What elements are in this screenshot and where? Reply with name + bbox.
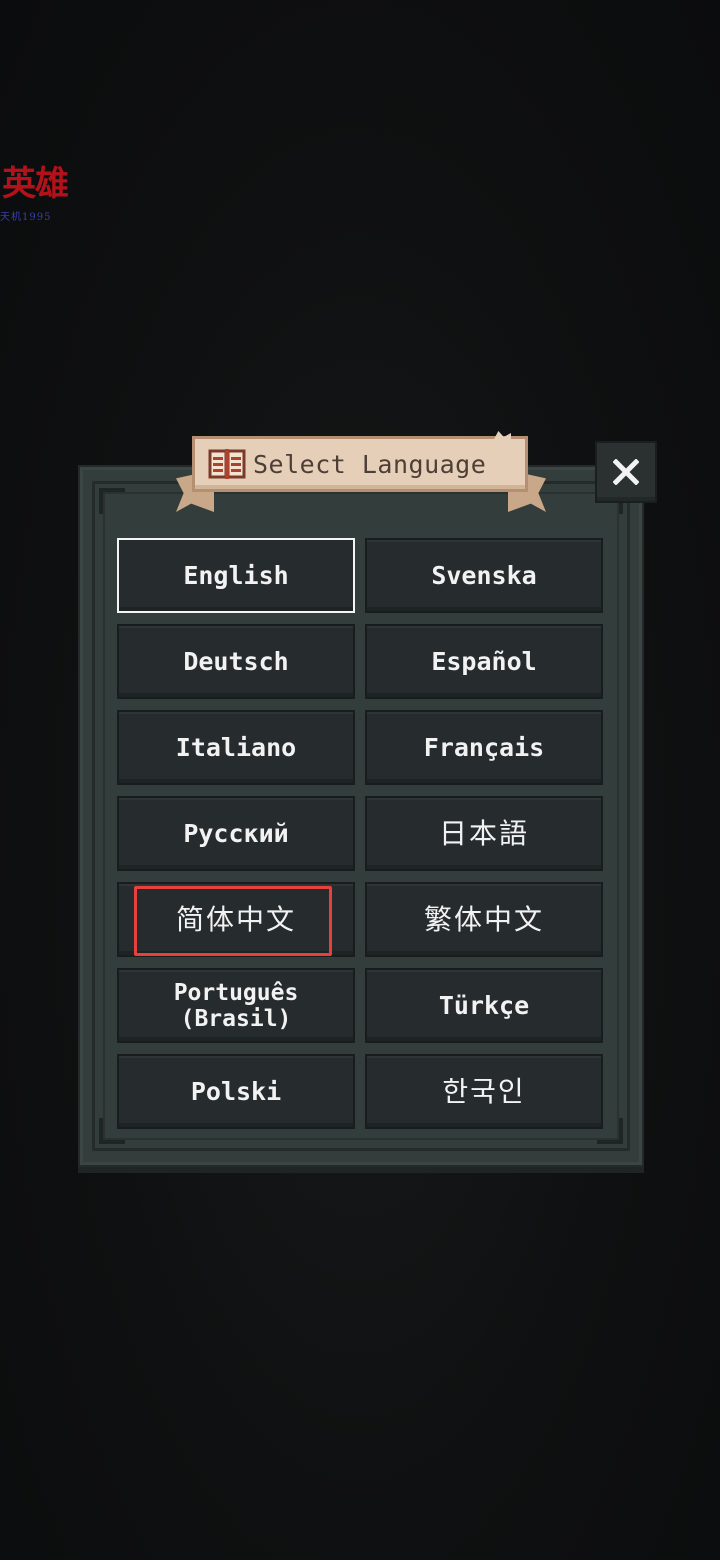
language-label: 简体中文	[175, 903, 296, 936]
dialog-title-banner: Select Language	[176, 431, 546, 516]
dialog-title: Select Language	[253, 449, 487, 479]
language-label: Svenska	[431, 561, 537, 590]
language-option-traditional-chinese[interactable]: 繁体中文	[365, 882, 603, 957]
frame-corner-top-left	[99, 488, 125, 514]
language-label: Italiano	[175, 733, 297, 762]
language-option-francais[interactable]: Français	[365, 710, 603, 785]
language-label: 日本語	[438, 817, 529, 850]
banner-body: Select Language	[192, 431, 528, 492]
book-icon	[207, 446, 247, 482]
language-label: 한국인	[442, 1075, 526, 1108]
watermark-main-text: 英雄	[2, 164, 69, 204]
language-label: Polski	[190, 1077, 282, 1106]
language-option-deutsch[interactable]: Deutsch	[117, 624, 355, 699]
language-option-svenska[interactable]: Svenska	[365, 538, 603, 613]
language-option-italiano[interactable]: Italiano	[117, 710, 355, 785]
language-label: Türkçe	[438, 991, 530, 1020]
close-icon	[613, 459, 639, 485]
language-option-english[interactable]: English	[117, 538, 355, 613]
language-label: Русский	[183, 819, 289, 848]
language-option-simplified-chinese[interactable]: 简体中文	[117, 882, 355, 957]
watermark-logo: 英雄 天机1995	[0, 160, 80, 224]
watermark-sub-text: 天机1995	[0, 212, 52, 223]
language-label: 繁体中文	[423, 903, 544, 936]
language-label: English	[183, 561, 289, 590]
game-screen: 英雄 天机1995 Select Language English Svensk…	[0, 0, 720, 1560]
language-option-portuguese-brazil[interactable]: Português (Brasil)	[117, 968, 355, 1043]
language-label: Español	[431, 647, 537, 676]
language-option-russian[interactable]: Русский	[117, 796, 355, 871]
language-label: Português (Brasil)	[173, 979, 299, 1032]
language-option-korean[interactable]: 한국인	[365, 1054, 603, 1129]
language-grid: English Svenska Deutsch Español Italiano…	[117, 538, 603, 1129]
language-option-polski[interactable]: Polski	[117, 1054, 355, 1129]
language-option-espanol[interactable]: Español	[365, 624, 603, 699]
banner-tear	[493, 431, 511, 441]
language-option-turkish[interactable]: Türkçe	[365, 968, 603, 1043]
language-option-japanese[interactable]: 日本語	[365, 796, 603, 871]
language-label: Deutsch	[183, 647, 289, 676]
close-button[interactable]	[595, 441, 657, 503]
language-label: Français	[423, 733, 545, 762]
